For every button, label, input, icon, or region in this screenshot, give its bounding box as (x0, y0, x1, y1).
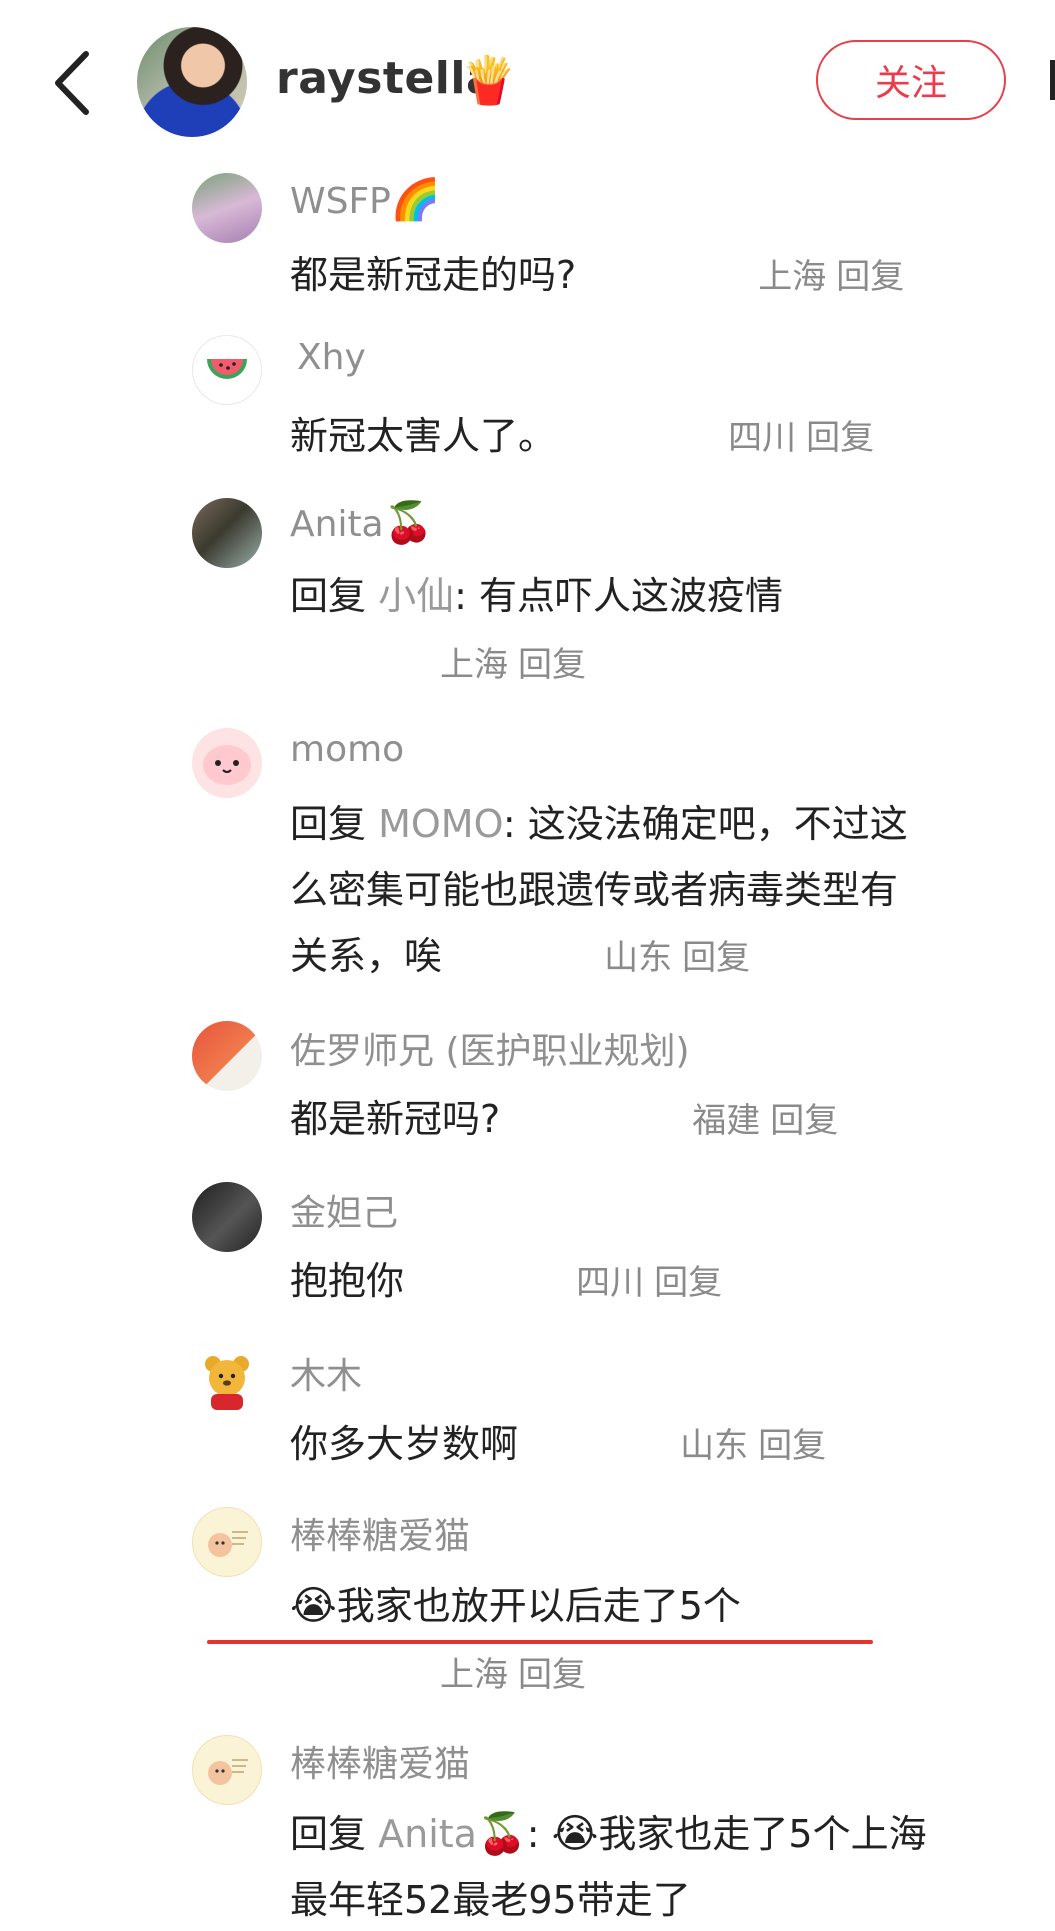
comment-body: 抱抱你 (290, 1259, 405, 1303)
cartoon-cat-avatar[interactable] (192, 1507, 262, 1577)
comment-location: 山东 (604, 938, 673, 978)
comment-text: 么密集可能也跟遗传或者病毒类型有 (290, 868, 899, 912)
reply-target[interactable]: Anita (378, 1812, 477, 1856)
more-menu-edge[interactable] (1050, 60, 1055, 100)
pink-cartoon-avatar[interactable] (192, 728, 262, 798)
comment-location: 上海 (440, 1655, 508, 1695)
comment-item: Anita🍒 回复 小仙: 有点吓人这波疫情 上海 回复 (0, 495, 1055, 695)
comment-text: 都是新冠走的吗? 上海 回复 (290, 244, 904, 299)
comment-body: 我家也放开以后走了5个 (336, 1584, 741, 1628)
comment-location: 四川 (728, 418, 797, 458)
pink-face-icon (203, 745, 251, 785)
dark-photo-avatar[interactable] (192, 1182, 262, 1252)
comment-author[interactable]: momo (290, 729, 404, 770)
comment-author[interactable]: WSFP🌈 (290, 176, 441, 223)
comment-item: 棒棒糖爱猫 😭我家也放开以后走了5个 上海 回复 (0, 1505, 1055, 1705)
comment-body: 新冠太害人了。 (290, 414, 557, 458)
reply-target[interactable]: MOMO (378, 802, 503, 846)
comment-author[interactable]: Anita🍒 (290, 499, 433, 546)
comment-meta: 上海 回复 (758, 257, 904, 297)
comment-body: : 有点吓人这波疫情 (454, 574, 784, 618)
reply-button[interactable]: 回复 (836, 257, 904, 297)
comment-text: 回复 小仙: 有点吓人这波疫情 (290, 565, 783, 620)
winnie-the-pooh-avatar[interactable] (192, 1345, 262, 1415)
comment-meta: 上海 回复 (440, 1647, 586, 1696)
character-doll-avatar[interactable] (192, 173, 262, 243)
comment-text: 回复 MOMO: 这没法确定吧，不过这 (290, 793, 908, 848)
cartoon-cat-avatar[interactable] (192, 1735, 262, 1805)
reply-target[interactable]: 小仙 (378, 574, 454, 618)
comment-author[interactable]: 棒棒糖爱猫 (290, 1507, 470, 1559)
reply-button[interactable]: 回复 (518, 645, 586, 685)
follow-button[interactable]: 关注 (816, 40, 1006, 120)
comment-item: 金妲己 抱抱你 四川 回复 (0, 1182, 1055, 1322)
comment-author[interactable]: 金妲己 (290, 1184, 398, 1236)
crying-face-emoji: 😭 (551, 1811, 599, 1857)
comment-meta: 四川 回复 (576, 1263, 722, 1303)
comment-body: 都是新冠吗? (290, 1097, 501, 1141)
comment-text: 😭我家也放开以后走了5个 (290, 1575, 741, 1630)
reply-button[interactable]: 回复 (682, 938, 750, 978)
reply-button[interactable]: 回复 (758, 1426, 826, 1466)
fries-emoji: 🍟 (460, 53, 518, 107)
cherry-emoji: 🍒 (476, 1811, 527, 1857)
comment-author[interactable]: 佐罗师兄 (医护职业规划) (290, 1022, 690, 1074)
comment-item: 棒棒糖爱猫 回复 Anita🍒: 😭我家也走了5个上海 最年轻52最老95带走了 (0, 1733, 1055, 1931)
reply-prefix: 回复 (290, 802, 367, 846)
reply-prefix: 回复 (290, 1812, 367, 1856)
comment-text: 回复 Anita🍒: 😭我家也走了5个上海 (290, 1811, 927, 1857)
comment-location: 四川 (576, 1263, 645, 1303)
crying-face-emoji: 😭 (290, 1583, 337, 1629)
photo-avatar[interactable] (192, 498, 262, 568)
pooh-bear-icon (205, 1356, 249, 1410)
comment-author[interactable]: Xhy (297, 337, 366, 378)
reply-button[interactable]: 回复 (770, 1101, 838, 1141)
reply-button[interactable]: 回复 (654, 1263, 722, 1303)
user-avatar[interactable] (137, 27, 247, 137)
comment-item: 佐罗师兄 (医护职业规划) 都是新冠吗? 福建 回复 (0, 1018, 1055, 1158)
rainbow-emoji: 🌈 (390, 177, 441, 223)
back-arrow-icon[interactable] (50, 48, 94, 118)
comment-text: 关系，唉 山东 回复 (290, 925, 750, 980)
comment-meta: 山东 回复 (680, 1426, 826, 1466)
red-underline-annotation (207, 1640, 873, 1644)
comment-location: 福建 (692, 1101, 761, 1141)
author-name: WSFP (290, 181, 391, 222)
cartoon-cat-icon (208, 1531, 248, 1557)
watermelon-avatar[interactable] (192, 335, 262, 405)
comment-item: WSFP🌈 都是新冠走的吗? 上海 回复 (0, 170, 1055, 320)
cherry-emoji: 🍒 (383, 500, 434, 546)
reply-prefix: 回复 (290, 574, 367, 618)
comment-meta: 上海 回复 (440, 637, 586, 686)
comment-text: 都是新冠吗? 福建 回复 (290, 1088, 838, 1143)
profile-header: raystella 🍟 关注 (0, 0, 1055, 170)
comment-body-line: 关系，唉 (290, 934, 443, 978)
comment-body: 你多大岁数啊 (290, 1422, 519, 1466)
watermelon-icon (207, 358, 247, 379)
peach-panda-avatar[interactable] (192, 1021, 262, 1091)
author-name: Anita (290, 504, 384, 545)
comment-location: 山东 (680, 1426, 749, 1466)
reply-button[interactable]: 回复 (518, 1655, 586, 1695)
comment-item: 木木 你多大岁数啊 山东 回复 (0, 1345, 1055, 1485)
reply-button[interactable]: 回复 (806, 418, 874, 458)
cartoon-cat-icon (208, 1759, 248, 1785)
comment-text: 最年轻52最老95带走了 (290, 1878, 691, 1922)
comment-text: 新冠太害人了。 四川 回复 (290, 405, 874, 460)
comment-location: 上海 (758, 257, 827, 297)
comment-item: momo 回复 MOMO: 这没法确定吧，不过这 么密集可能也跟遗传或者病毒类型… (0, 725, 1055, 985)
comment-text: 你多大岁数啊 山东 回复 (290, 1413, 826, 1468)
comment-body-line: : 这没法确定吧，不过这 (502, 802, 908, 846)
comment-meta: 福建 回复 (692, 1101, 838, 1141)
comment-body-line: 我家也走了5个上海 (598, 1812, 927, 1856)
comment-author[interactable]: 棒棒糖爱猫 (290, 1735, 470, 1787)
comment-item: Xhy 新冠太害人了。 四川 回复 (0, 335, 1055, 475)
comment-text: 抱抱你 四川 回复 (290, 1250, 722, 1305)
comment-body: 都是新冠走的吗? (290, 253, 577, 297)
comment-meta: 山东 回复 (604, 938, 750, 978)
comment-author[interactable]: 木木 (290, 1347, 362, 1399)
comment-location: 上海 (440, 645, 508, 685)
comment-meta: 四川 回复 (728, 418, 874, 458)
